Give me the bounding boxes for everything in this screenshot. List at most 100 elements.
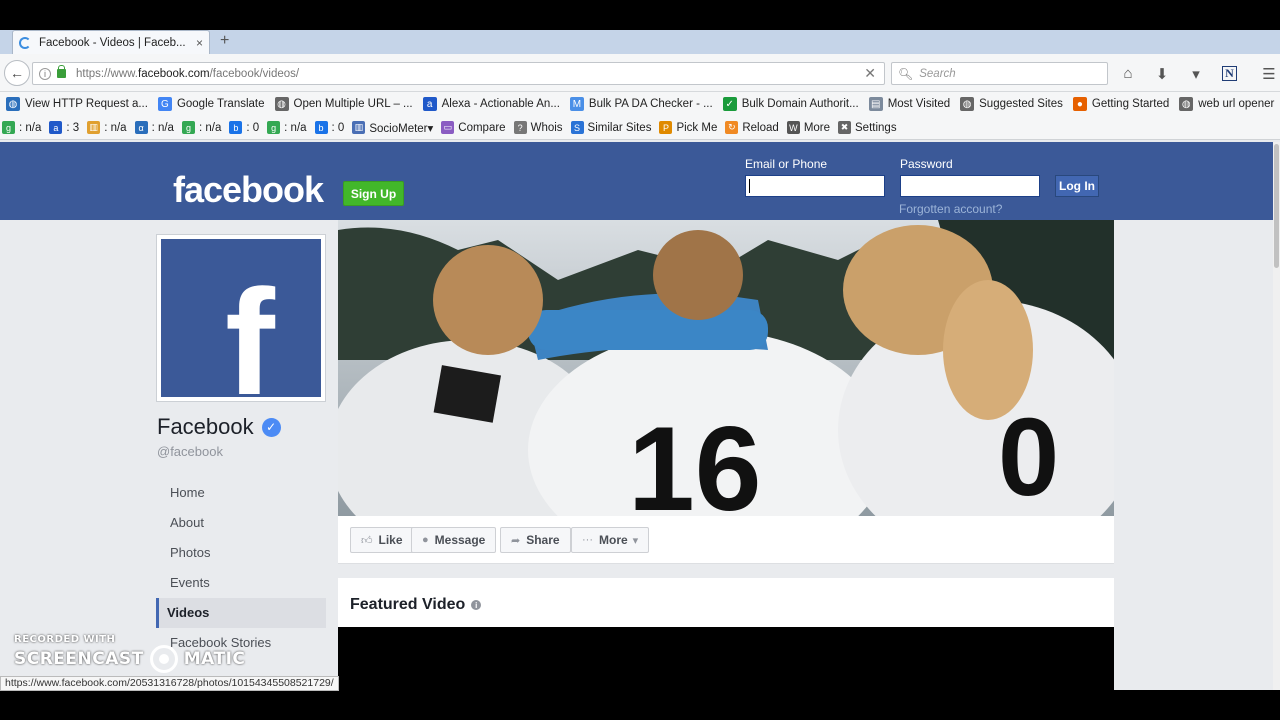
info-icon[interactable]: i bbox=[471, 600, 482, 610]
bookmark-item[interactable]: a Alexa - Actionable An... bbox=[422, 97, 560, 111]
toolbar-item[interactable]: ? Whois bbox=[513, 121, 563, 134]
message-button[interactable]: ● Message bbox=[411, 527, 497, 553]
message-bubble-icon: ● bbox=[422, 534, 429, 546]
back-button[interactable]: ← bbox=[4, 60, 30, 86]
featured-video-section: Featured Video i bbox=[338, 578, 1114, 690]
url-text: https://www.facebook.com/facebook/videos… bbox=[76, 68, 864, 80]
featured-video-player[interactable] bbox=[338, 627, 1114, 690]
password-label: Password bbox=[900, 157, 953, 171]
question-icon: ? bbox=[513, 121, 527, 134]
toolbar-item[interactable]: ▥ SocioMeter▾ bbox=[352, 121, 433, 135]
toolbar-item[interactable]: W More bbox=[786, 121, 830, 134]
email-field[interactable] bbox=[745, 175, 885, 197]
log-in-button[interactable]: Log In bbox=[1055, 175, 1099, 197]
scrollbar-thumb[interactable] bbox=[1274, 144, 1279, 268]
toolbar-item[interactable]: a: 3 bbox=[49, 121, 79, 134]
bookmark-label: Bulk PA DA Checker - ... bbox=[588, 98, 713, 110]
toolbar-item[interactable]: b: 0 bbox=[314, 121, 344, 134]
toolbar-label: : 0 bbox=[246, 121, 260, 134]
dropdown-arrow-icon: ▾ bbox=[632, 534, 639, 547]
more-icon: W bbox=[786, 121, 800, 134]
url-path: /facebook/videos/ bbox=[209, 67, 300, 80]
page-name[interactable]: Facebook bbox=[157, 414, 254, 440]
bookmark-label: Bulk Domain Authorit... bbox=[741, 98, 859, 110]
side-nav-item[interactable]: About bbox=[156, 508, 326, 538]
home-icon[interactable]: ⌂ bbox=[1118, 65, 1138, 82]
bookmark-item[interactable]: ● Getting Started bbox=[1072, 97, 1169, 111]
share-arrow-icon: ➦ bbox=[511, 534, 521, 547]
toolbar-label: Compare bbox=[458, 121, 506, 134]
email-label: Email or Phone bbox=[745, 157, 828, 171]
toolbar-label: : n/a bbox=[104, 121, 127, 134]
toolbar-label: SocioMeter▾ bbox=[369, 122, 434, 135]
profile-picture[interactable]: f bbox=[156, 234, 326, 402]
search-icon: 🔍︎ bbox=[898, 66, 914, 81]
toolbar-item[interactable]: g: n/a bbox=[181, 121, 221, 134]
bing-icon: b bbox=[314, 121, 328, 134]
side-nav-item[interactable]: Home bbox=[156, 478, 326, 508]
new-tab-button[interactable]: + bbox=[220, 32, 229, 50]
close-tab-icon[interactable]: × bbox=[196, 36, 203, 50]
share-button[interactable]: ➦ Share bbox=[500, 527, 571, 553]
bookmark-item[interactable]: ◍ Open Multiple URL – ... bbox=[274, 97, 413, 111]
side-nav-item[interactable]: Videos bbox=[156, 598, 326, 628]
toolbar-item[interactable]: b: 0 bbox=[229, 121, 259, 134]
folder-icon: ▤ bbox=[868, 97, 883, 111]
svg-text:0: 0 bbox=[998, 396, 1059, 516]
bookmark-label: Most Visited bbox=[887, 98, 951, 110]
toolbar-label: Similar Sites bbox=[587, 121, 652, 134]
cover-photo[interactable]: 16 0 bbox=[338, 220, 1114, 516]
bookmark-item[interactable]: ✓ Bulk Domain Authorit... bbox=[722, 97, 859, 111]
info-icon[interactable]: i bbox=[39, 67, 51, 80]
bookmark-item[interactable]: ◍ Suggested Sites bbox=[960, 97, 1063, 111]
stats-icon: ▥ bbox=[87, 121, 101, 134]
toolbar-item[interactable]: S Similar Sites bbox=[570, 121, 652, 134]
alexa-icon: a bbox=[49, 121, 63, 134]
side-nav-item[interactable]: Events bbox=[156, 568, 326, 598]
like-button[interactable]: 👍︎ Like bbox=[350, 527, 414, 553]
page-side-nav: Home About Photos Events Videos Facebook Stor… bbox=[156, 478, 326, 658]
side-nav-item[interactable]: Photos bbox=[156, 538, 326, 568]
url-domain: facebook.com bbox=[138, 67, 210, 80]
toolbar-item[interactable]: α: n/a bbox=[134, 121, 174, 134]
bookmark-item[interactable]: ◍ web url opener bbox=[1179, 97, 1274, 111]
tab-title: Facebook - Videos | Faceb... bbox=[39, 36, 186, 49]
sign-up-button[interactable]: Sign Up bbox=[343, 181, 404, 206]
toolbar-item[interactable]: ↻ Reload bbox=[725, 121, 779, 134]
lock-icon[interactable] bbox=[57, 65, 66, 78]
google-icon: g bbox=[267, 121, 281, 134]
toolbar-item[interactable]: P Pick Me bbox=[659, 121, 717, 134]
bookmark-item[interactable]: ▤ Most Visited bbox=[868, 97, 951, 111]
toolbar-item[interactable]: g: n/a bbox=[2, 121, 41, 134]
back-arrow-icon: ← bbox=[10, 65, 24, 81]
search-box[interactable]: 🔍︎ Search bbox=[891, 62, 1108, 85]
menu-icon[interactable]: ☰ bbox=[1259, 65, 1279, 83]
screen: Facebook - Videos | Faceb... × + ← i htt… bbox=[0, 30, 1280, 690]
toolbar-item[interactable]: ✖ Settings bbox=[838, 121, 897, 134]
bookmark-item[interactable]: M Bulk PA DA Checker - ... bbox=[569, 97, 713, 111]
pocket-icon[interactable]: ▾ bbox=[1186, 65, 1206, 83]
bookmark-item[interactable]: G Google Translate bbox=[157, 97, 265, 111]
stop-loading-icon[interactable]: ✕ bbox=[864, 65, 876, 82]
toolbar-label: Whois bbox=[530, 121, 563, 134]
bookmark-item[interactable]: ◍ View HTTP Request a... bbox=[6, 97, 148, 111]
password-field[interactable] bbox=[900, 175, 1040, 197]
pick-icon: P bbox=[659, 121, 673, 134]
reload-icon: ↻ bbox=[725, 121, 739, 134]
toolbar-item[interactable]: g: n/a bbox=[267, 121, 307, 134]
screencast-logo-icon bbox=[149, 645, 178, 673]
more-button[interactable]: ··· More ▾ bbox=[571, 527, 650, 553]
url-prefix: https://www. bbox=[76, 67, 138, 80]
globe-icon: ◍ bbox=[274, 97, 289, 111]
facebook-header: facebook Sign Up Email or Phone Password… bbox=[0, 142, 1273, 220]
browser-tab[interactable]: Facebook - Videos | Faceb... × bbox=[12, 30, 210, 54]
download-icon[interactable]: ⬇ bbox=[1152, 65, 1172, 83]
facebook-logo[interactable]: facebook bbox=[173, 169, 324, 211]
forgotten-account-link[interactable]: Forgotten account? bbox=[899, 202, 1002, 216]
address-bar[interactable]: i https://www.facebook.com/facebook/vide… bbox=[32, 62, 885, 85]
toolbar-item[interactable]: ▭ Compare bbox=[441, 121, 506, 134]
watermark-word1: SCREENCAST bbox=[14, 649, 144, 669]
n-extension-icon[interactable]: N bbox=[1222, 66, 1237, 81]
page-scrollbar[interactable] bbox=[1273, 142, 1280, 690]
toolbar-item[interactable]: ▥: n/a bbox=[87, 121, 127, 134]
